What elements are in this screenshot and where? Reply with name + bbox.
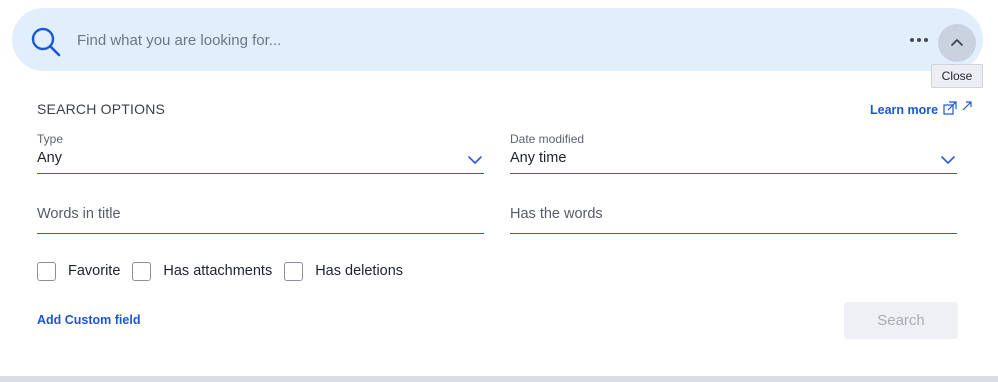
type-value: Any [37,150,62,166]
date-modified-value: Any time [510,150,567,166]
date-modified-select[interactable]: Any time [510,148,957,174]
words-in-title-field[interactable] [37,204,484,234]
favorite-label: Favorite [68,263,121,279]
add-custom-field-link[interactable]: Add Custom field [37,313,140,327]
chevron-up-icon [950,34,964,52]
more-options-button[interactable] [905,28,933,52]
panel-bottom-border [0,376,998,382]
has-the-words-field[interactable] [510,204,957,234]
search-options-title: SEARCH OPTIONS [37,101,166,117]
checkbox-row: Favorite Has attachments Has deletions [37,260,415,282]
favorite-checkbox[interactable] [37,261,56,281]
favorite-option[interactable]: Favorite [37,261,121,281]
has-attachments-option[interactable]: Has attachments [132,261,273,281]
has-attachments-label: Has attachments [163,263,273,279]
search-icon[interactable] [30,26,62,58]
learn-more-label: Learn more [870,102,939,117]
chevron-down-icon [468,152,482,170]
learn-more-link[interactable]: Learn more [870,100,972,119]
search-input[interactable] [77,28,837,52]
search-bar [12,8,983,71]
chevron-down-icon [941,152,955,170]
has-attachments-checkbox[interactable] [132,261,152,281]
has-deletions-option[interactable]: Has deletions [284,261,404,281]
words-in-title-input[interactable] [37,204,484,222]
date-modified-label: Date modified [510,132,585,146]
has-deletions-checkbox[interactable] [284,261,304,281]
more-horizontal-icon [910,38,914,42]
collapse-button[interactable] [938,24,976,62]
has-the-words-input[interactable] [510,204,957,222]
has-deletions-label: Has deletions [315,263,404,279]
type-select[interactable]: Any [37,148,484,174]
close-tooltip: Close [931,64,983,88]
search-button[interactable]: Search [844,302,958,339]
type-label: Type [37,132,64,146]
external-link-icon [938,100,972,119]
